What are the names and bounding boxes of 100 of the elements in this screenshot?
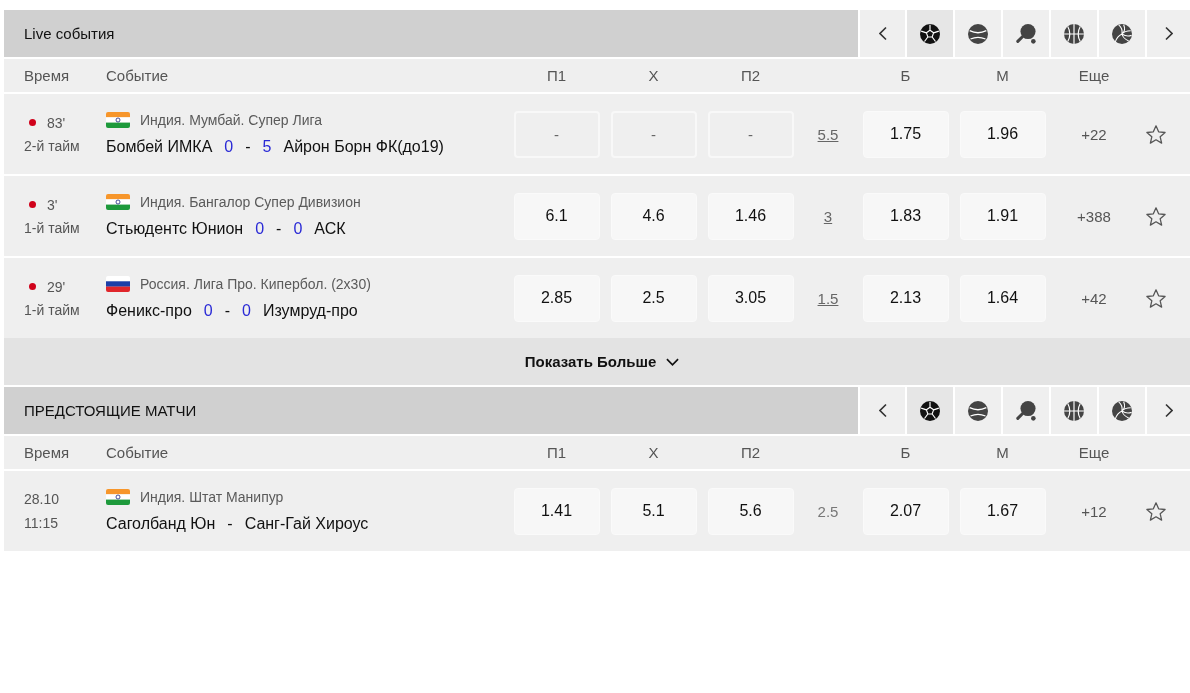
odds-button[interactable]: 1.83 [862, 192, 949, 240]
ping-pong-paddle-icon [1016, 400, 1036, 421]
flag-icon [106, 194, 130, 210]
away-score: 0 [293, 220, 303, 238]
match-minute: 3' [47, 196, 58, 213]
match-period: 2-й тайм [24, 137, 80, 154]
sport-tab[interactable] [905, 387, 953, 434]
show-more-button[interactable]: Показать Больше [4, 338, 1190, 385]
home-team-name: Бомбей ИМКА [106, 138, 213, 156]
column-header: П2 [740, 67, 761, 84]
sport-tab[interactable] [1001, 10, 1049, 57]
more-markets-link[interactable]: +42 [1081, 289, 1107, 307]
away-team-name: Изумруд-про [262, 302, 358, 320]
odds-button[interactable]: 2.5 [610, 274, 697, 322]
column-header: П2 [740, 444, 761, 461]
chevron-left-icon [878, 403, 887, 418]
more-markets-link[interactable]: +388 [1077, 207, 1111, 225]
sport-tab[interactable] [905, 10, 953, 57]
section-title: ПРЕДСТОЯЩИЕ МАТЧИ [24, 402, 197, 419]
league-name: Индия. Штат Манипур [140, 489, 284, 505]
sport-tab[interactable] [953, 387, 1001, 434]
odds-button[interactable]: 6.1 [513, 192, 600, 240]
score-separator: - [245, 138, 251, 156]
odds-button[interactable]: 5.6 [707, 487, 794, 535]
sport-tab[interactable] [1097, 10, 1145, 57]
star-icon[interactable] [1146, 501, 1166, 521]
home-team-name: Феникс-про [106, 302, 192, 320]
odds-button[interactable]: 1.46 [707, 192, 794, 240]
more-markets-link[interactable]: +12 [1081, 502, 1107, 520]
live-dot-icon [29, 283, 36, 290]
column-header: Время [24, 67, 70, 84]
match-date: 28.10 [24, 491, 60, 507]
odds-button[interactable]: 1.91 [959, 192, 1046, 240]
away-team-name: Санг-Гай Хироус [244, 515, 369, 533]
sport-tab[interactable] [1001, 387, 1049, 434]
volleyball-icon [1112, 23, 1132, 44]
column-header: Б [900, 444, 911, 461]
home-score: 0 [255, 220, 265, 238]
star-icon[interactable] [1146, 124, 1166, 144]
odds-button[interactable]: 1.67 [959, 487, 1046, 535]
column-header: М [996, 67, 1009, 84]
column-header: Время [24, 444, 70, 461]
column-header: Событие [106, 444, 169, 461]
column-header: Еще [1078, 67, 1110, 84]
league-name: Индия. Мумбай. Супер Лига [140, 112, 323, 128]
column-header: П1 [546, 67, 567, 84]
away-team-name: Айрон Борн ФК(до19) [283, 138, 444, 156]
column-header: Х [648, 444, 659, 461]
away-score: 0 [242, 302, 251, 320]
live-dot-icon [29, 201, 36, 208]
column-header: Еще [1078, 444, 1110, 461]
tennis-ball-icon [968, 400, 988, 421]
chevron-left-icon [878, 26, 887, 41]
odds-button[interactable]: 1.96 [959, 110, 1046, 158]
total-link[interactable]: 1.5 [817, 289, 839, 307]
section-title: Live события [24, 25, 115, 42]
home-team-name: Стьюдентс Юнион [106, 220, 244, 238]
sport-tab[interactable] [1049, 10, 1097, 57]
odds-button[interactable]: 2.85 [513, 274, 600, 322]
sport-tab[interactable] [1097, 387, 1145, 434]
sport-tab[interactable] [953, 10, 1001, 57]
away-team-name: АСК [314, 220, 346, 238]
flag-icon [106, 489, 130, 505]
tennis-ball-icon [968, 23, 988, 44]
home-score: 0 [203, 302, 213, 320]
match-period: 1-й тайм [24, 219, 80, 236]
column-header: Б [900, 67, 911, 84]
column-header: Событие [106, 67, 169, 84]
total-value: 2.5 [817, 502, 839, 520]
odds-button[interactable]: 4.6 [610, 192, 697, 240]
sport-tab[interactable] [1049, 387, 1097, 434]
star-icon[interactable] [1146, 288, 1166, 308]
soccer-ball-icon [920, 23, 940, 44]
more-markets-link[interactable]: +22 [1081, 125, 1107, 143]
basketball-icon [1064, 400, 1084, 421]
odds-button[interactable]: 3.05 [707, 274, 794, 322]
odds-button[interactable]: 1.64 [959, 274, 1046, 322]
odds-button[interactable]: 2.13 [862, 274, 949, 322]
total-link[interactable]: 3 [823, 207, 833, 225]
away-score: 5 [262, 138, 272, 156]
odds-button[interactable]: 1.75 [862, 110, 949, 158]
star-icon[interactable] [1146, 206, 1166, 226]
odds-button[interactable]: 1.41 [513, 487, 600, 535]
odds-button[interactable]: 2.07 [862, 487, 949, 535]
chevron-down-icon [666, 357, 680, 366]
chevron-right-icon [1164, 403, 1173, 418]
league-name: Россия. Лига Про. Кипербол. (2x30) [140, 276, 371, 292]
live-dot-icon [29, 119, 36, 126]
soccer-ball-icon [920, 400, 940, 421]
ping-pong-paddle-icon [1016, 23, 1036, 44]
match-minute: 29' [47, 278, 66, 295]
total-link[interactable]: 5.5 [817, 125, 839, 143]
flag-icon [106, 276, 130, 292]
chevron-right-icon [1164, 26, 1173, 41]
home-team-name: Саголбанд Юн [106, 515, 216, 533]
flag-icon [106, 112, 130, 128]
match-time: 11:15 [24, 515, 58, 531]
score-separator: - [227, 515, 233, 533]
odds-button[interactable]: 5.1 [610, 487, 697, 535]
score-separator: - [276, 220, 282, 238]
